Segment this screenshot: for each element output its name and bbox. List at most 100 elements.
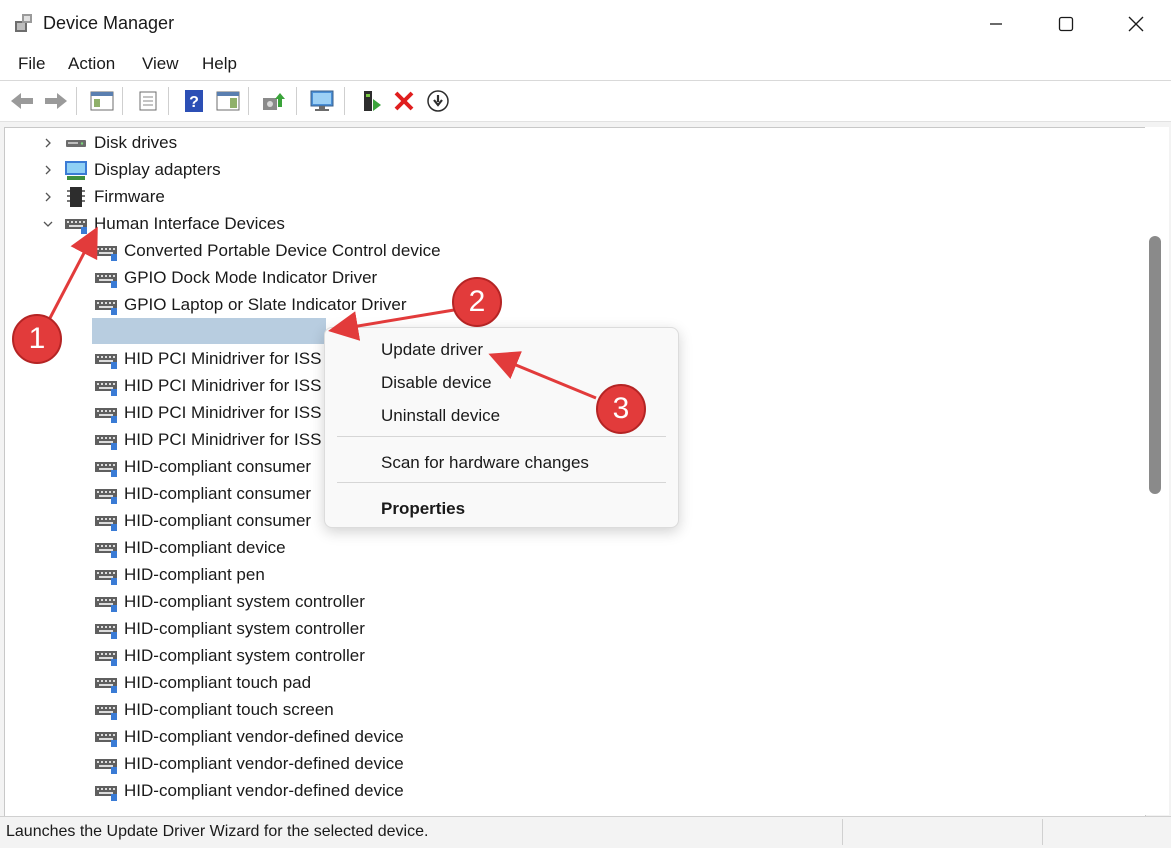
menu-help[interactable]: Help bbox=[202, 54, 237, 74]
tree-device-row[interactable]: HID PCI Minidriver for ISS bbox=[94, 399, 321, 426]
toolbar-separator bbox=[296, 87, 297, 115]
firmware-chip-icon bbox=[67, 186, 85, 207]
action-pane-button[interactable] bbox=[214, 87, 242, 115]
tree-device-row[interactable]: HID-compliant device bbox=[94, 534, 286, 561]
chevron-down-icon[interactable] bbox=[42, 218, 54, 230]
context-menu-separator bbox=[337, 436, 666, 437]
back-button[interactable] bbox=[8, 87, 36, 115]
tree-device-row[interactable]: HID PCI Minidriver for ISS bbox=[94, 372, 321, 399]
tree-device-row[interactable]: HID-compliant consumer bbox=[94, 480, 311, 507]
tree-device-row[interactable]: HID-compliant system controller bbox=[94, 588, 365, 615]
hid-icon bbox=[65, 218, 87, 234]
menu-file[interactable]: File bbox=[18, 54, 45, 74]
tree-device-row[interactable]: Converted Portable Device Control device bbox=[94, 237, 441, 264]
status-text: Launches the Update Driver Wizard for th… bbox=[6, 823, 429, 840]
help-toolbar-button[interactable]: ? bbox=[180, 87, 208, 115]
annotation-badge-3: 3 bbox=[596, 384, 646, 434]
tree-device-row[interactable]: HID-compliant consumer bbox=[94, 507, 311, 534]
chevron-right-icon[interactable] bbox=[42, 137, 54, 149]
tree-category-disk-drives[interactable]: Disk drives bbox=[42, 129, 177, 156]
device-label: HID-compliant vendor-defined device bbox=[124, 726, 404, 746]
device-label: HID-compliant consumer bbox=[124, 510, 312, 530]
minimize-icon bbox=[990, 23, 1002, 25]
device-label: HID-compliant consumer bbox=[124, 483, 312, 503]
svg-text:?: ? bbox=[189, 94, 199, 111]
disable-device-button[interactable] bbox=[424, 87, 452, 115]
hid-device-icon bbox=[95, 569, 117, 585]
chevron-right-icon[interactable] bbox=[42, 191, 54, 203]
help-icon: ? bbox=[185, 90, 203, 112]
tree-device-row[interactable]: HID-compliant consumer bbox=[94, 453, 311, 480]
properties-toolbar-button[interactable] bbox=[134, 87, 162, 115]
tree-category-display-adapters[interactable]: Display adapters bbox=[42, 156, 221, 183]
device-label: HID-compliant vendor-defined device bbox=[124, 780, 404, 800]
tree-device-row[interactable]: HID PCI Minidriver for ISS bbox=[94, 426, 321, 453]
close-button[interactable] bbox=[1101, 0, 1171, 48]
enable-device-button[interactable] bbox=[356, 87, 384, 115]
update-driver-toolbar-button[interactable] bbox=[260, 87, 288, 115]
tree-device-row[interactable]: HID-compliant vendor-defined device bbox=[94, 750, 404, 777]
context-menu-uninstall-device[interactable]: Uninstall device bbox=[381, 406, 500, 426]
menu-view[interactable]: View bbox=[142, 54, 179, 74]
device-label: HID-compliant touch screen bbox=[124, 699, 334, 719]
tree-device-row[interactable]: HID-compliant system controller bbox=[94, 642, 365, 669]
hid-device-icon bbox=[95, 785, 117, 801]
tree-device-row[interactable]: GPIO Dock Mode Indicator Driver bbox=[94, 264, 377, 291]
status-bar: Launches the Update Driver Wizard for th… bbox=[0, 816, 1171, 848]
hid-device-icon bbox=[95, 677, 117, 693]
device-label: HID-compliant pen bbox=[124, 564, 265, 584]
tree-device-row[interactable]: HID-compliant touch pad bbox=[94, 669, 311, 696]
hid-device-icon bbox=[95, 353, 117, 369]
annotation-badge-2: 2 bbox=[452, 277, 502, 327]
device-label: GPIO Dock Mode Indicator Driver bbox=[124, 267, 378, 287]
device-label: HID-compliant system controller bbox=[124, 591, 365, 611]
title-bar: Device Manager bbox=[0, 0, 1171, 48]
device-label: HID-compliant device bbox=[124, 537, 286, 557]
device-label: Converted Portable Device Control device bbox=[124, 240, 441, 260]
context-menu-properties[interactable]: Properties bbox=[381, 499, 465, 519]
tree-device-row[interactable]: HID-compliant vendor-defined device bbox=[94, 777, 404, 804]
tree-device-row[interactable]: HID-compliant system controller bbox=[94, 615, 365, 642]
show-hide-console-tree-button[interactable] bbox=[88, 87, 116, 115]
selected-device-row[interactable] bbox=[92, 318, 326, 344]
context-menu-scan-hardware[interactable]: Scan for hardware changes bbox=[381, 453, 589, 473]
hid-device-icon bbox=[95, 488, 117, 504]
hid-device-icon bbox=[95, 623, 117, 639]
toolbar-separator bbox=[122, 87, 123, 115]
scan-hardware-changes-button[interactable] bbox=[308, 87, 336, 115]
context-menu-disable-device[interactable]: Disable device bbox=[381, 373, 492, 393]
annotation-badge-1: 1 bbox=[12, 314, 62, 364]
device-label: GPIO Laptop or Slate Indicator Driver bbox=[124, 294, 407, 314]
hid-device-icon bbox=[95, 758, 117, 774]
tree-device-row[interactable]: GPIO Laptop or Slate Indicator Driver bbox=[94, 291, 407, 318]
hid-device-icon bbox=[95, 704, 117, 720]
toolbar-separator bbox=[168, 87, 169, 115]
hid-device-icon bbox=[95, 596, 117, 612]
uninstall-device-button[interactable] bbox=[390, 87, 418, 115]
tree-device-row[interactable]: HID PCI Minidriver for ISS bbox=[94, 345, 321, 372]
tree-device-row[interactable]: HID-compliant touch screen bbox=[94, 696, 334, 723]
tree-device-row[interactable]: HID-compliant vendor-defined device bbox=[94, 723, 404, 750]
tree-category-human-interface-devices[interactable]: Human Interface Devices bbox=[42, 210, 285, 237]
minimize-button[interactable] bbox=[961, 0, 1031, 48]
scrollbar-thumb[interactable] bbox=[1149, 236, 1161, 494]
tree-device-row[interactable]: HID-compliant pen bbox=[94, 561, 265, 588]
device-manager-window: Device Manager File Action View Help ? D… bbox=[0, 0, 1171, 848]
enable-device-icon bbox=[364, 91, 381, 111]
maximize-icon bbox=[1058, 16, 1074, 32]
device-label: HID-compliant system controller bbox=[124, 618, 365, 638]
maximize-button[interactable] bbox=[1031, 0, 1101, 48]
tree-category-firmware[interactable]: Firmware bbox=[42, 183, 165, 210]
context-menu-update-driver[interactable]: Update driver bbox=[381, 340, 483, 360]
monitor-scan-icon bbox=[310, 90, 334, 111]
close-icon bbox=[1128, 16, 1144, 32]
forward-button[interactable] bbox=[42, 87, 70, 115]
device-label: HID PCI Minidriver for ISS bbox=[124, 375, 322, 395]
hid-device-icon bbox=[95, 272, 117, 288]
chevron-right-icon[interactable] bbox=[42, 164, 54, 176]
hid-device-icon bbox=[95, 434, 117, 450]
category-label: Display adapters bbox=[94, 159, 221, 179]
hid-device-icon bbox=[95, 380, 117, 396]
menu-action[interactable]: Action bbox=[68, 54, 115, 74]
window-title: Device Manager bbox=[43, 13, 175, 33]
